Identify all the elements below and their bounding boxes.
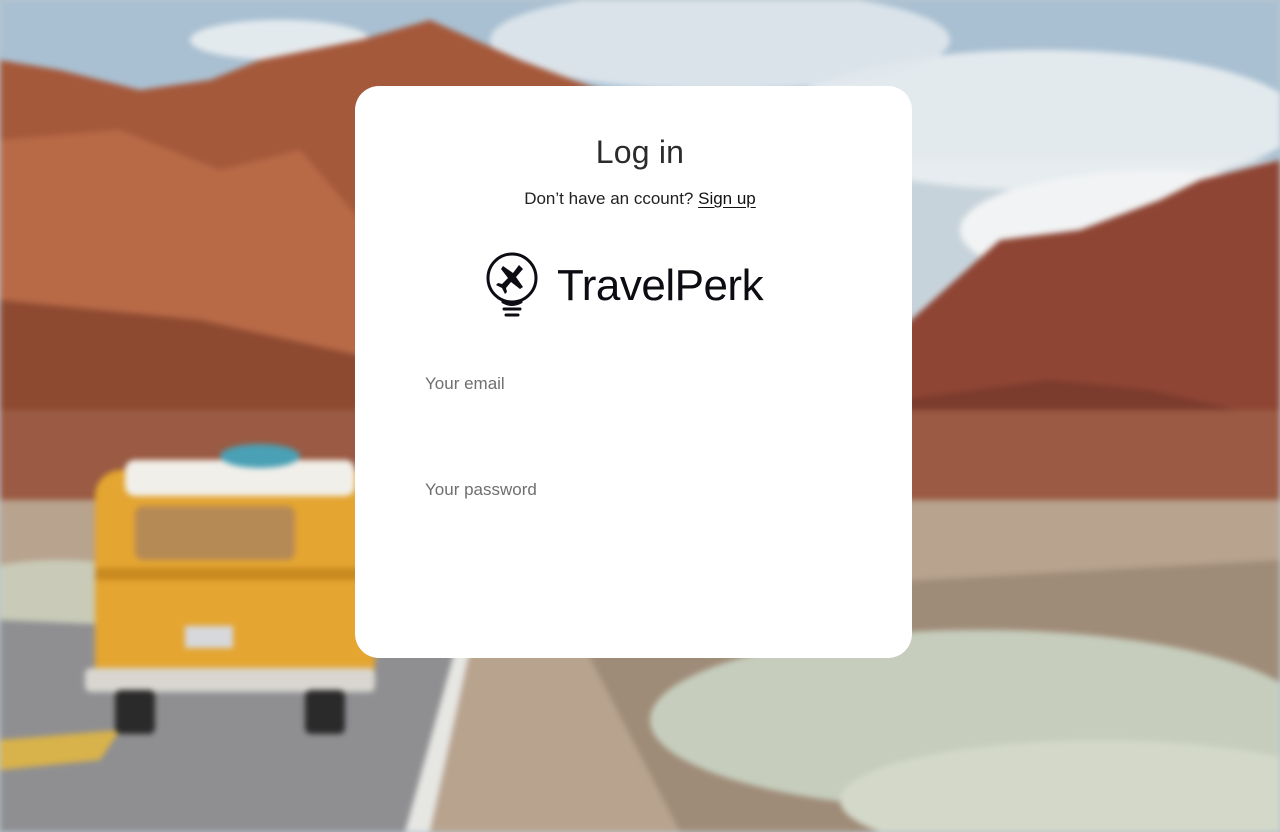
page-title: Log in <box>595 134 685 170</box>
signup-prompt-text: Don’t have an ccount? <box>524 189 694 208</box>
lightbulb-plane-icon <box>486 252 538 317</box>
signup-prompt-row: Don’t have an ccount? Sign up <box>0 189 1280 209</box>
signup-link[interactable]: Sign up <box>698 189 756 208</box>
email-field[interactable] <box>425 364 842 404</box>
password-field[interactable] <box>425 470 842 510</box>
password-field-wrapper <box>425 470 842 510</box>
travelperk-logo: TravelPerk <box>485 250 764 322</box>
logo-wordmark: TravelPerk <box>557 261 764 310</box>
email-field-wrapper <box>425 364 842 404</box>
